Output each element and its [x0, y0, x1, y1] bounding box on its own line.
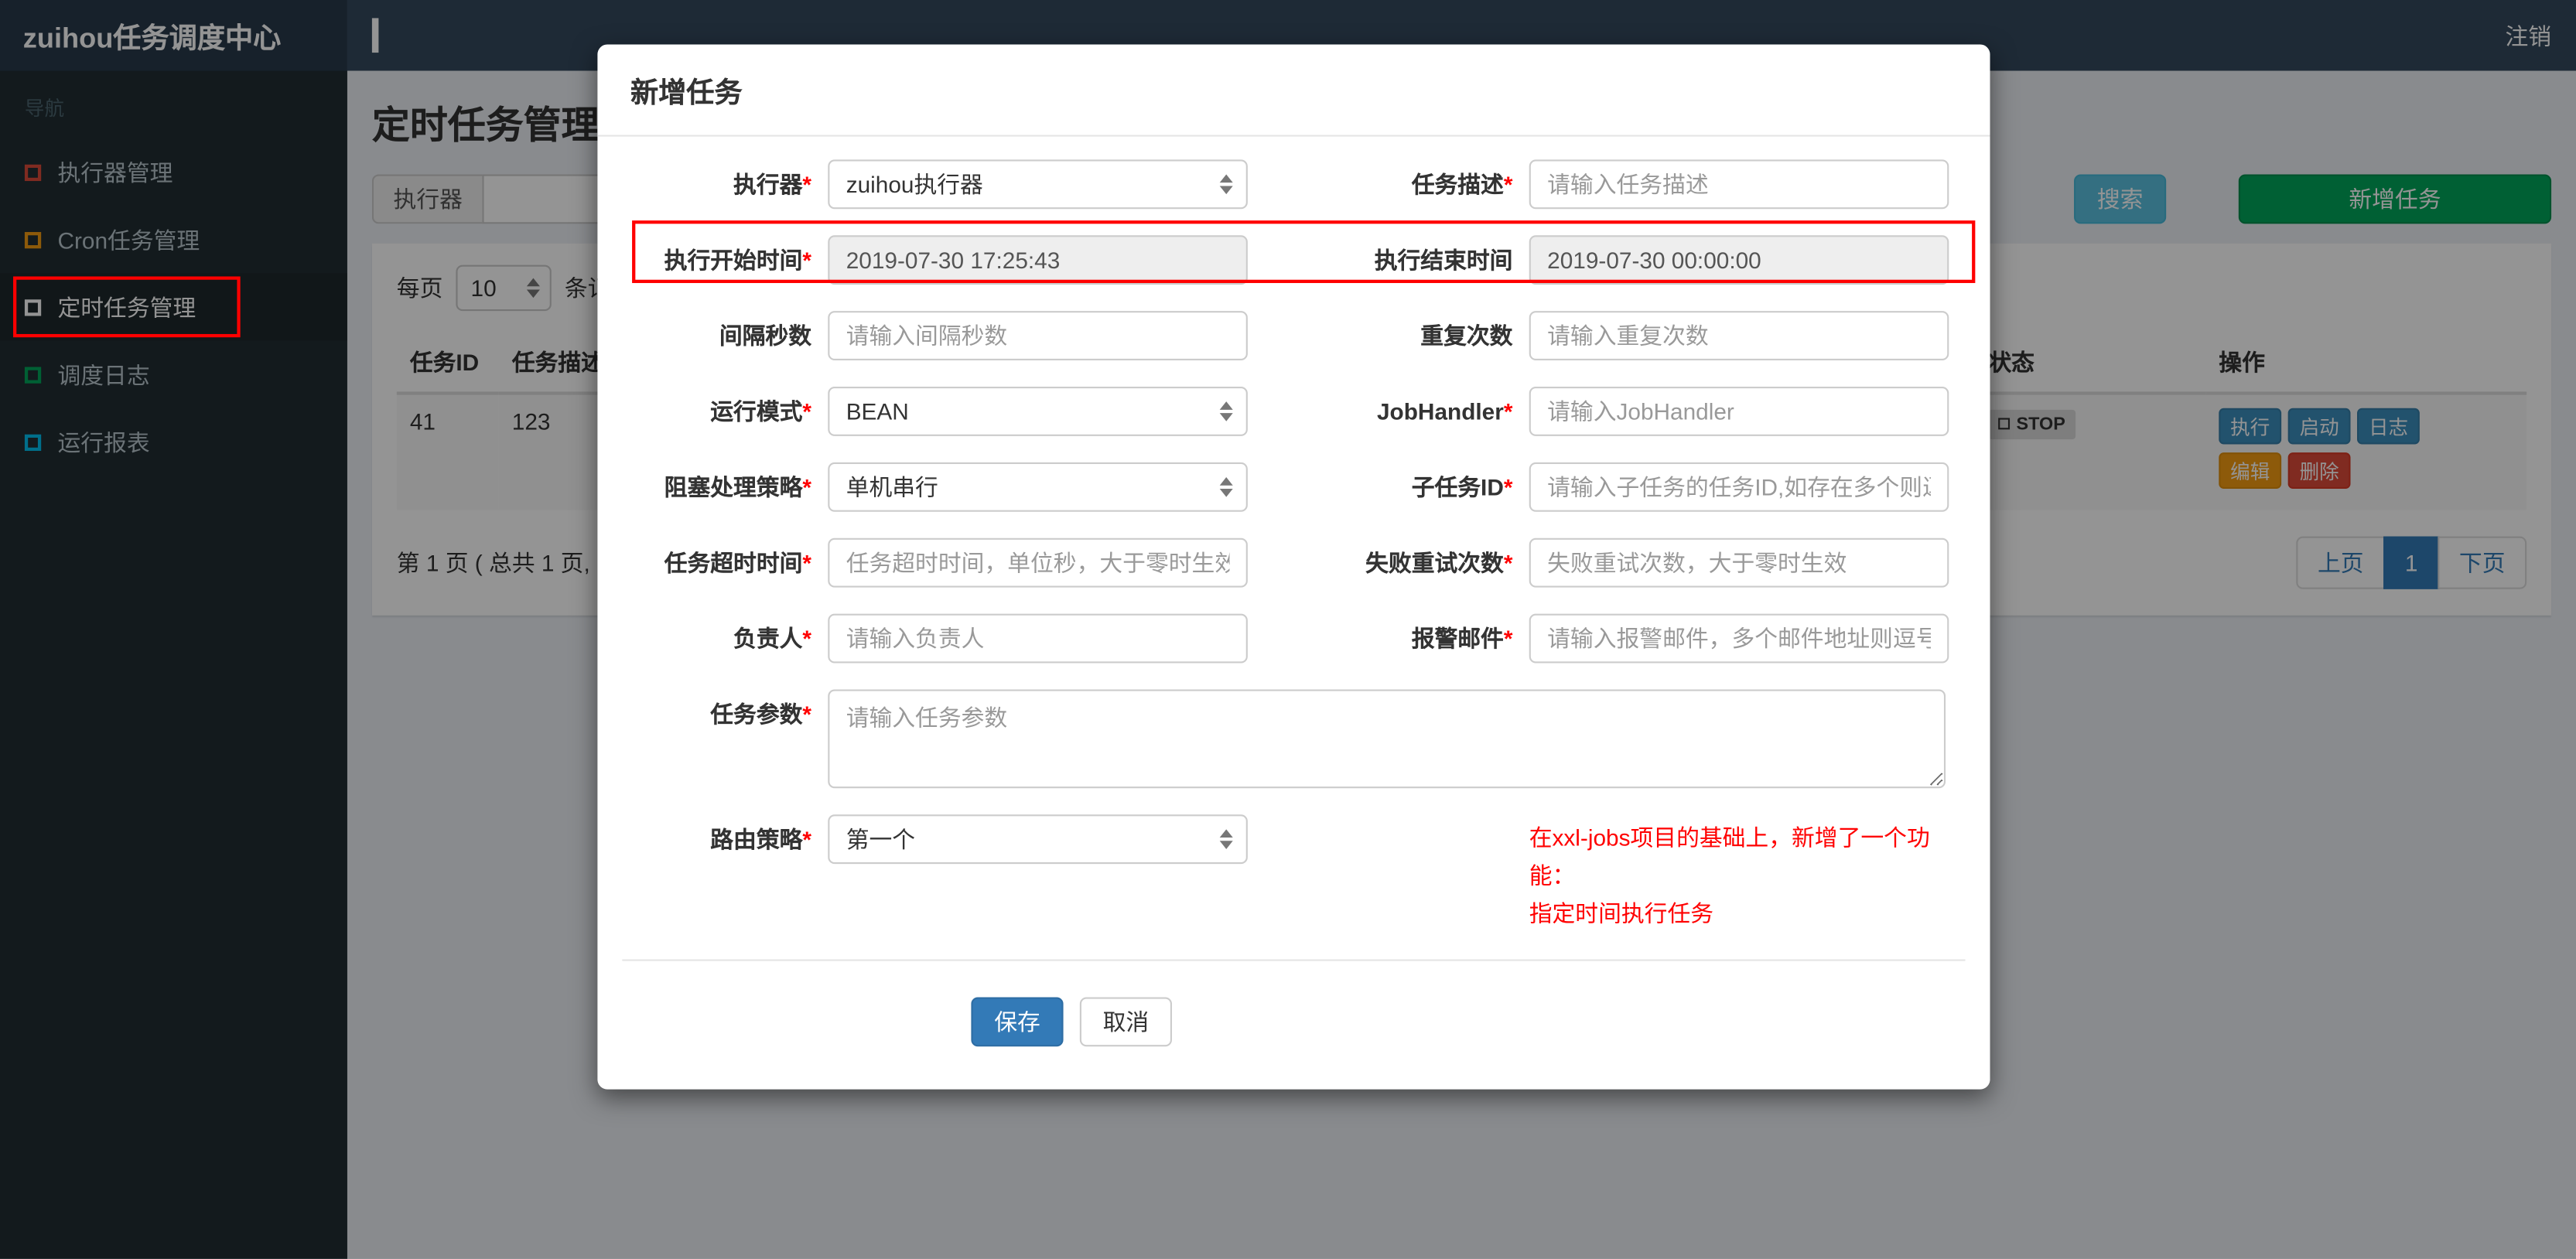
start-time-input[interactable] — [828, 235, 1248, 285]
required-mark: * — [1503, 549, 1513, 576]
modal-title: 新增任务 — [630, 77, 743, 109]
alarm-email-input[interactable] — [1529, 613, 1949, 664]
timeout-input[interactable] — [828, 537, 1248, 588]
form-row: 阻塞处理策略* 单机串行 子任务ID* — [622, 462, 1965, 512]
executor-select-value: zuihou执行器 — [846, 171, 983, 198]
field-label-end-time: 执行结束时间 — [1374, 247, 1513, 274]
field-label-repeat-count: 重复次数 — [1420, 322, 1513, 350]
executor-select[interactable]: zuihou执行器 — [828, 159, 1248, 210]
route-strategy-select[interactable]: 第一个 — [828, 814, 1248, 865]
select-arrows-icon — [1219, 477, 1233, 497]
required-mark: * — [802, 549, 812, 576]
required-mark: * — [1503, 473, 1513, 500]
fail-retry-input[interactable] — [1529, 537, 1949, 588]
modal-header: 新增任务 — [597, 44, 1990, 137]
select-arrows-icon — [1219, 174, 1233, 195]
required-mark: * — [1503, 397, 1513, 425]
run-mode-select[interactable]: BEAN — [828, 387, 1248, 436]
select-arrows-icon — [1219, 829, 1233, 849]
block-strategy-select[interactable]: 单机串行 — [828, 462, 1248, 512]
repeat-count-input[interactable] — [1529, 311, 1949, 360]
interval-input[interactable] — [828, 311, 1248, 360]
select-arrows-icon — [1219, 401, 1233, 421]
owner-input[interactable] — [828, 613, 1248, 664]
form-row-route-strategy: 路由策略* 第一个 在xxl-jobs项目的基础上，新增了一个功能： 指定时间执… — [622, 814, 1965, 933]
required-mark: * — [802, 826, 812, 853]
add-task-modal: 新增任务 执行器* zuihou执行器 任务描述* 执行开始时间* — [597, 44, 1990, 1090]
field-label-start-time: 执行开始时间* — [664, 247, 812, 274]
required-mark: * — [802, 473, 812, 500]
feature-note-text: 在xxl-jobs项目的基础上，新增了一个功能： 指定时间执行任务 — [1529, 824, 1930, 927]
cancel-button[interactable]: 取消 — [1079, 998, 1172, 1047]
job-param-textarea[interactable] — [828, 689, 1946, 789]
run-mode-select-value: BEAN — [846, 397, 909, 425]
job-desc-input[interactable] — [1529, 159, 1949, 210]
app-root: zuihou任务调度中心 注销 导航 执行器管理 Cron任务管理 定时任务管理… — [0, 0, 2576, 1259]
form-row: 间隔秒数 重复次数 — [622, 311, 1965, 360]
form-row: 执行器* zuihou执行器 任务描述* — [622, 159, 1965, 210]
field-label-fail-retry: 失败重试次数* — [1365, 549, 1513, 576]
form-row: 任务超时时间* 失败重试次数* — [622, 537, 1965, 588]
job-handler-input[interactable] — [1529, 387, 1949, 436]
required-mark: * — [802, 397, 812, 425]
modal-body: 执行器* zuihou执行器 任务描述* 执行开始时间* 执行结 — [597, 137, 1990, 1090]
field-label-interval: 间隔秒数 — [719, 322, 812, 350]
form-row: 负责人* 报警邮件* — [622, 613, 1965, 664]
required-mark: * — [802, 701, 812, 728]
route-strategy-select-value: 第一个 — [846, 826, 916, 853]
form-row: 运行模式* BEAN JobHandler* — [622, 387, 1965, 436]
field-label-child-job-id: 子任务ID* — [1411, 473, 1513, 500]
field-label-job-handler: JobHandler* — [1376, 397, 1513, 425]
required-mark: * — [802, 171, 812, 198]
field-label-job-param: 任务参数* — [710, 701, 812, 728]
save-button[interactable]: 保存 — [971, 998, 1064, 1047]
block-strategy-select-value: 单机串行 — [846, 473, 938, 500]
modal-footer: 保存 取消 — [622, 961, 1965, 1090]
field-label-timeout: 任务超时时间* — [664, 549, 812, 576]
required-mark: * — [1503, 171, 1513, 198]
field-label-job-desc: 任务描述* — [1411, 171, 1513, 198]
field-label-executor: 执行器* — [733, 171, 812, 198]
field-label-owner: 负责人* — [733, 625, 812, 652]
field-label-alarm-email: 报警邮件* — [1411, 625, 1513, 652]
form-row-job-param: 任务参数* — [622, 689, 1965, 789]
field-label-block-strategy: 阻塞处理策略* — [664, 473, 812, 500]
required-mark: * — [802, 625, 812, 652]
end-time-input[interactable] — [1529, 235, 1949, 285]
field-label-run-mode: 运行模式* — [710, 397, 812, 425]
form-row-exec-time: 执行开始时间* 执行结束时间 — [622, 235, 1965, 285]
required-mark: * — [802, 247, 812, 274]
required-mark: * — [1503, 625, 1513, 652]
field-label-route-strategy: 路由策略* — [710, 826, 812, 853]
child-job-id-input[interactable] — [1529, 462, 1949, 512]
